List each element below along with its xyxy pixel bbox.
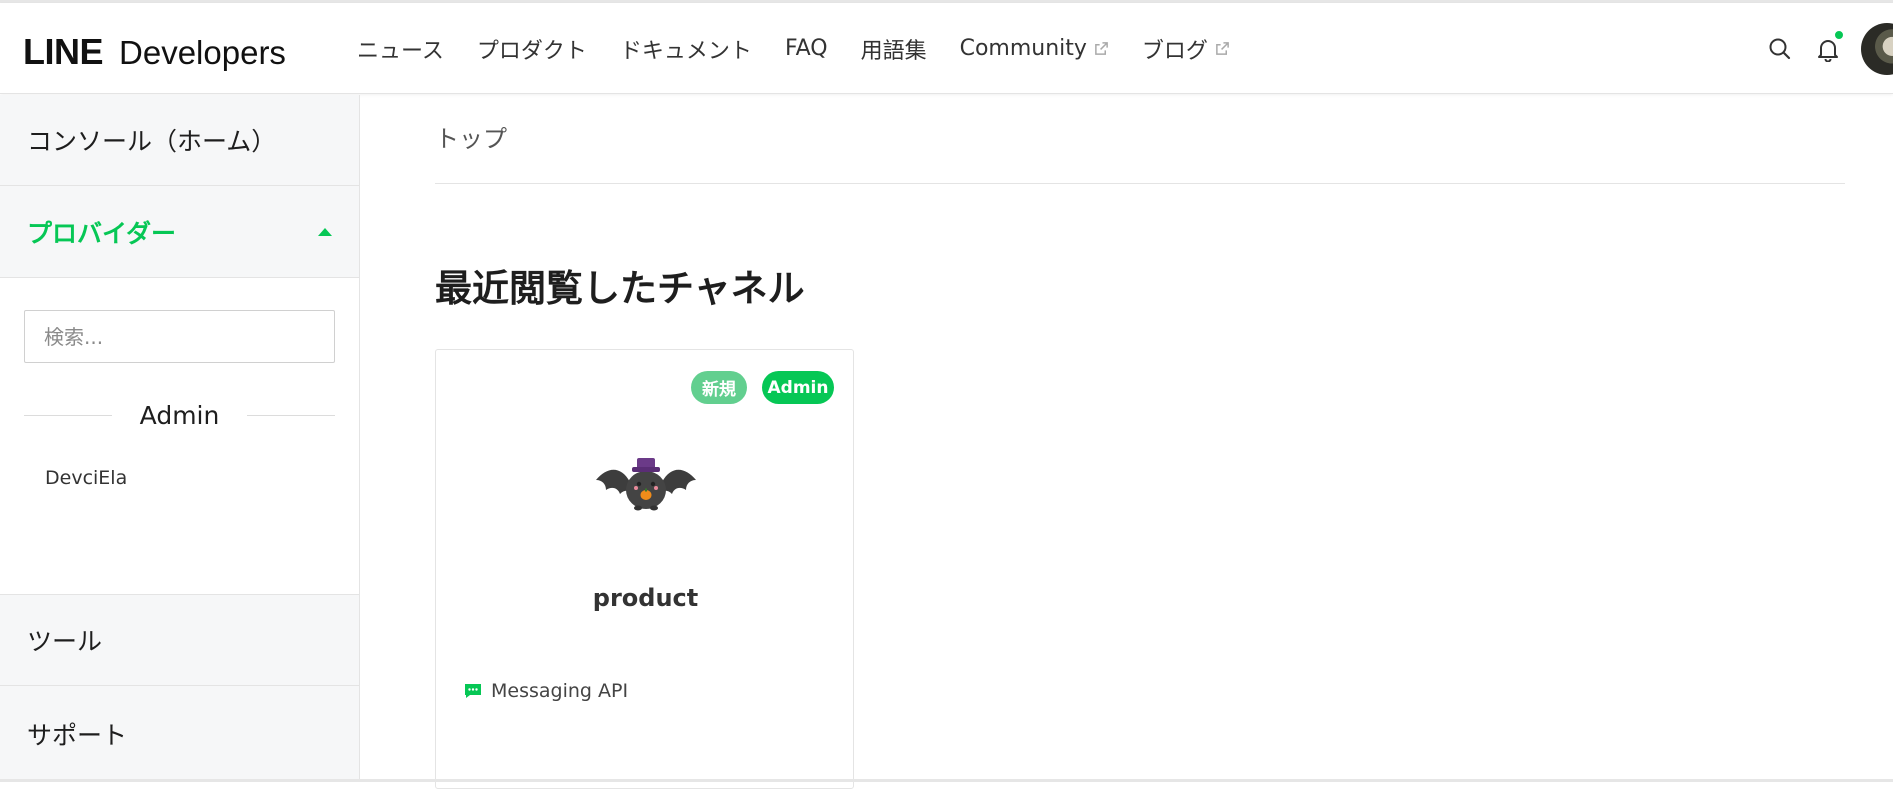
sidebar-providers-label: プロバイダー xyxy=(27,218,177,248)
channel-name: product xyxy=(592,584,699,612)
sidebar-tools[interactable]: ツール xyxy=(0,594,359,686)
external-link-icon xyxy=(1216,42,1229,55)
nav-community-label: Community xyxy=(959,36,1087,61)
new-badge: 新規 xyxy=(691,371,747,404)
provider-search-input[interactable] xyxy=(24,310,335,363)
page-title: 最近閲覧したチャネル xyxy=(435,267,805,310)
notification-button[interactable] xyxy=(1815,29,1844,62)
nav-faq[interactable]: FAQ xyxy=(785,36,828,61)
external-link-icon xyxy=(1095,42,1108,55)
role-badge: Admin xyxy=(762,371,834,404)
channel-type: Messaging API xyxy=(464,680,628,702)
sidebar-providers-toggle[interactable]: プロバイダー xyxy=(0,186,359,278)
channel-bat-icon xyxy=(596,458,696,511)
line-developers-logo[interactable]: LINE Developers xyxy=(23,31,286,72)
nav-products[interactable]: プロダクト xyxy=(477,33,587,65)
logo-developers-text: Developers xyxy=(119,34,286,71)
nav-blog-label: ブログ xyxy=(1141,38,1208,64)
nav-blog[interactable]: ブログ xyxy=(1142,33,1230,65)
search-icon[interactable] xyxy=(1767,36,1793,62)
user-avatar[interactable] xyxy=(1861,22,1893,75)
nav-documents-label: ドキュメント xyxy=(619,38,752,64)
divider-line xyxy=(247,414,335,416)
nav-community[interactable]: Community xyxy=(960,36,1109,61)
channel-card[interactable]: 新規 Admin product Messaging API xyxy=(435,349,854,789)
divider-line xyxy=(24,414,112,416)
sidebar: コンソール（ホーム） プロバイダー Admin DevciEla ツール サポー… xyxy=(0,95,360,782)
breadcrumb: トップ xyxy=(435,125,507,153)
breadcrumb-divider xyxy=(435,183,1845,184)
nav-glossary[interactable]: 用語集 xyxy=(861,33,927,65)
nav-products-label: プロダクト xyxy=(476,38,587,64)
sidebar-support-label: サポート xyxy=(27,721,128,750)
notification-dot xyxy=(1834,29,1844,40)
sidebar-support[interactable]: サポート xyxy=(0,686,359,782)
provider-item[interactable]: DevciEla xyxy=(45,467,127,489)
caret-up-icon xyxy=(318,227,332,236)
sidebar-console-home-label: コンソール（ホーム） xyxy=(27,127,277,156)
nav-news-label: ニュース xyxy=(357,38,444,64)
provider-group-label: Admin xyxy=(139,400,220,430)
sidebar-console-home[interactable]: コンソール（ホーム） xyxy=(0,95,359,186)
logo-line-text: LINE xyxy=(23,31,104,72)
channel-type-label: Messaging API xyxy=(491,680,629,702)
messaging-api-icon xyxy=(465,684,481,698)
nav-faq-label: FAQ xyxy=(784,36,828,61)
provider-group-header: Admin xyxy=(24,397,335,433)
nav-glossary-label: 用語集 xyxy=(860,38,927,64)
main-nav: ニュース プロダクト ドキュメント FAQ 用語集 Community ブログ xyxy=(357,3,1263,94)
nav-documents[interactable]: ドキュメント xyxy=(620,33,752,65)
nav-news[interactable]: ニュース xyxy=(357,33,444,65)
header-actions xyxy=(1745,3,1893,94)
global-header: LINE Developers ニュース プロダクト ドキュメント FAQ 用語… xyxy=(0,3,1893,94)
sidebar-tools-label: ツール xyxy=(27,627,103,656)
